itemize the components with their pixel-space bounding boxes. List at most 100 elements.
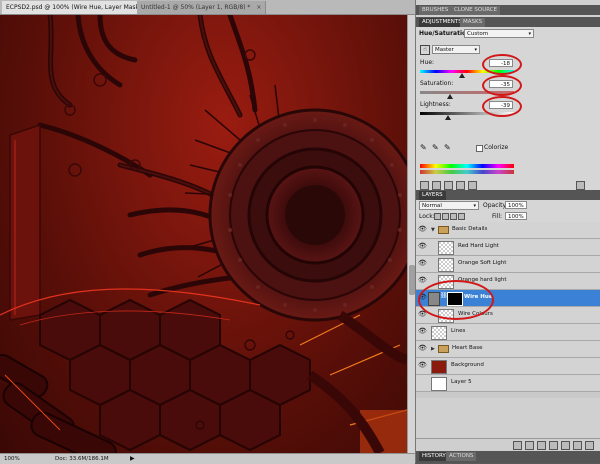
eye-icon[interactable]: 👁	[418, 226, 427, 233]
layer-row-layer-5[interactable]: Layer 5	[416, 375, 600, 392]
tab-actions[interactable]: ACTIONS	[446, 452, 477, 461]
hue-slider-thumb[interactable]	[459, 73, 466, 78]
fx-icon[interactable]	[525, 441, 534, 450]
trash-icon[interactable]	[585, 441, 594, 450]
lightness-slider-thumb[interactable]	[445, 115, 452, 120]
layers-list: 👁 ▼ Basic Details 👁 Red Hard Light 👁 Ora…	[416, 222, 600, 398]
result-spectrum-bar	[420, 170, 514, 174]
folder-icon[interactable]	[561, 441, 570, 450]
saturation-label: Saturation:	[420, 80, 454, 87]
layer-row-basic-details[interactable]: 👁 ▼ Basic Details	[416, 222, 600, 239]
lock-label: Lock:	[419, 213, 435, 220]
annotation-circle-wire-hue	[418, 280, 494, 320]
clip-layer-icon[interactable]	[432, 181, 441, 190]
folder-icon	[438, 345, 449, 353]
preset-select[interactable]: Custom ▾	[464, 29, 534, 38]
adjustment-title: Hue/Saturation	[419, 30, 471, 37]
layer-row-lines[interactable]: 👁 Lines	[416, 324, 600, 341]
history-tab-bar: HISTORY ACTIONS	[416, 451, 600, 463]
tab-adjustments[interactable]: ADJUSTMENTS	[419, 18, 465, 27]
layer-row-heart-base[interactable]: 👁 ▶ Heart Base	[416, 341, 600, 358]
colorize-checkbox[interactable]	[476, 145, 483, 152]
layers-controls: Normal ▾ Opacity: 100% Lock: Fill: 100%	[416, 200, 600, 222]
lock-transparency-icon[interactable]	[434, 213, 441, 220]
eye-icon[interactable]: 👁	[418, 277, 427, 284]
tab-brushes[interactable]: BRUSHES	[419, 6, 452, 15]
eyedropper-plus-icon[interactable]: ✎	[432, 143, 439, 152]
chevron-down-icon: ▾	[473, 203, 476, 209]
source-spectrum-bar	[420, 164, 514, 168]
chevron-down-icon: ▾	[528, 31, 531, 37]
eye-icon[interactable]: 👁	[418, 243, 427, 250]
new-layer-icon[interactable]	[573, 441, 582, 450]
layer-row-orange-soft-light[interactable]: 👁 Orange Soft Light	[416, 256, 600, 273]
expand-triangle-icon[interactable]: ▶	[431, 346, 435, 352]
lock-all-icon[interactable]	[458, 213, 465, 220]
document-canvas[interactable]	[0, 15, 407, 453]
close-icon[interactable]: ×	[256, 4, 261, 11]
saturation-slider-thumb[interactable]	[447, 94, 454, 99]
view-previous-icon[interactable]	[456, 181, 465, 190]
link-layers-icon[interactable]	[513, 441, 522, 450]
adjustment-layer-icon[interactable]	[549, 441, 558, 450]
lightness-label: Lightness:	[420, 101, 451, 108]
annotation-circle-saturation	[482, 75, 522, 96]
expand-triangle-icon[interactable]: ▼	[431, 227, 435, 233]
layer-name: Basic Details	[452, 226, 488, 232]
brushes-tab-bar: BRUSHES CLONE SOURCE	[416, 5, 600, 15]
right-panel-dock: BRUSHES CLONE SOURCE ADJUSTMENTS MASKS H…	[415, 0, 600, 463]
trash-icon[interactable]	[576, 181, 585, 190]
layer-thumbnail	[438, 258, 454, 272]
reset-icon[interactable]	[468, 181, 477, 190]
adjustments-panel: Hue/Saturation Custom ▾ ☝ Master ▾ Hue: -1…	[416, 27, 600, 190]
fill-input[interactable]: 100%	[505, 212, 527, 220]
eye-icon[interactable]: 👁	[418, 345, 427, 352]
canvas-artwork	[0, 15, 407, 453]
eye-icon[interactable]: 👁	[418, 362, 427, 369]
layer-thumbnail	[438, 241, 454, 255]
back-arrow-icon[interactable]	[420, 181, 429, 190]
tab-layers[interactable]: LAYERS	[419, 191, 446, 200]
folder-icon	[438, 226, 449, 234]
document-tab-label: ECPSD2.psd @ 100% (Wire Hue, Layer Mask/…	[6, 4, 153, 11]
opacity-label: Opacity:	[483, 202, 508, 209]
tab-masks[interactable]: MASKS	[460, 18, 486, 27]
layer-name: Background	[451, 362, 484, 368]
eye-icon[interactable]: 👁	[418, 260, 427, 267]
preset-value: Custom	[467, 31, 489, 37]
layers-tab-bar: LAYERS	[416, 190, 600, 200]
document-tab-bar: ECPSD2.psd @ 100% (Wire Hue, Layer Mask/…	[0, 0, 415, 15]
edit-channel-select[interactable]: Master ▾	[432, 45, 480, 54]
eye-icon[interactable]	[418, 379, 427, 386]
eyedropper-minus-icon[interactable]: ✎	[444, 143, 451, 152]
adjustments-tab-bar: ADJUSTMENTS MASKS	[416, 17, 600, 27]
layers-footer	[416, 438, 600, 451]
layer-name: Lines	[451, 328, 466, 334]
layer-row-red-hard-light[interactable]: 👁 Red Hard Light	[416, 239, 600, 256]
layer-thumbnail	[431, 326, 447, 340]
fill-label: Fill:	[492, 213, 503, 220]
layer-name: Layer 5	[451, 379, 472, 385]
lock-position-icon[interactable]	[450, 213, 457, 220]
layer-name: Heart Base	[452, 345, 483, 351]
tab-history[interactable]: HISTORY	[419, 452, 449, 461]
blend-mode-value: Normal	[422, 203, 442, 209]
document-tab-untitled[interactable]: Untitled-1 @ 50% (Layer 1, RGB/8) * ×	[137, 1, 267, 14]
eye-icon[interactable]: 👁	[418, 328, 427, 335]
layer-row-background[interactable]: 👁 Background	[416, 358, 600, 375]
layer-thumbnail	[431, 360, 447, 374]
target-adjust-icon[interactable]: ☝	[420, 45, 430, 55]
blend-mode-select[interactable]: Normal ▾	[419, 201, 479, 210]
edit-channel-value: Master	[435, 47, 454, 53]
mask-icon[interactable]	[537, 441, 546, 450]
tab-clone-source[interactable]: CLONE SOURCE	[451, 6, 501, 15]
eyedropper-icon[interactable]: ✎	[420, 143, 427, 152]
visibility-icon[interactable]	[444, 181, 453, 190]
lock-pixels-icon[interactable]	[442, 213, 449, 220]
status-bar: 100% Doc: 33.6M/186.1M ▶	[0, 453, 415, 464]
document-tab-label: Untitled-1 @ 50% (Layer 1, RGB/8) *	[141, 4, 251, 11]
chevron-down-icon: ▾	[474, 47, 477, 53]
opacity-input[interactable]: 100%	[505, 201, 527, 209]
layer-thumbnail	[431, 377, 447, 391]
annotation-circle-lightness	[482, 96, 522, 117]
